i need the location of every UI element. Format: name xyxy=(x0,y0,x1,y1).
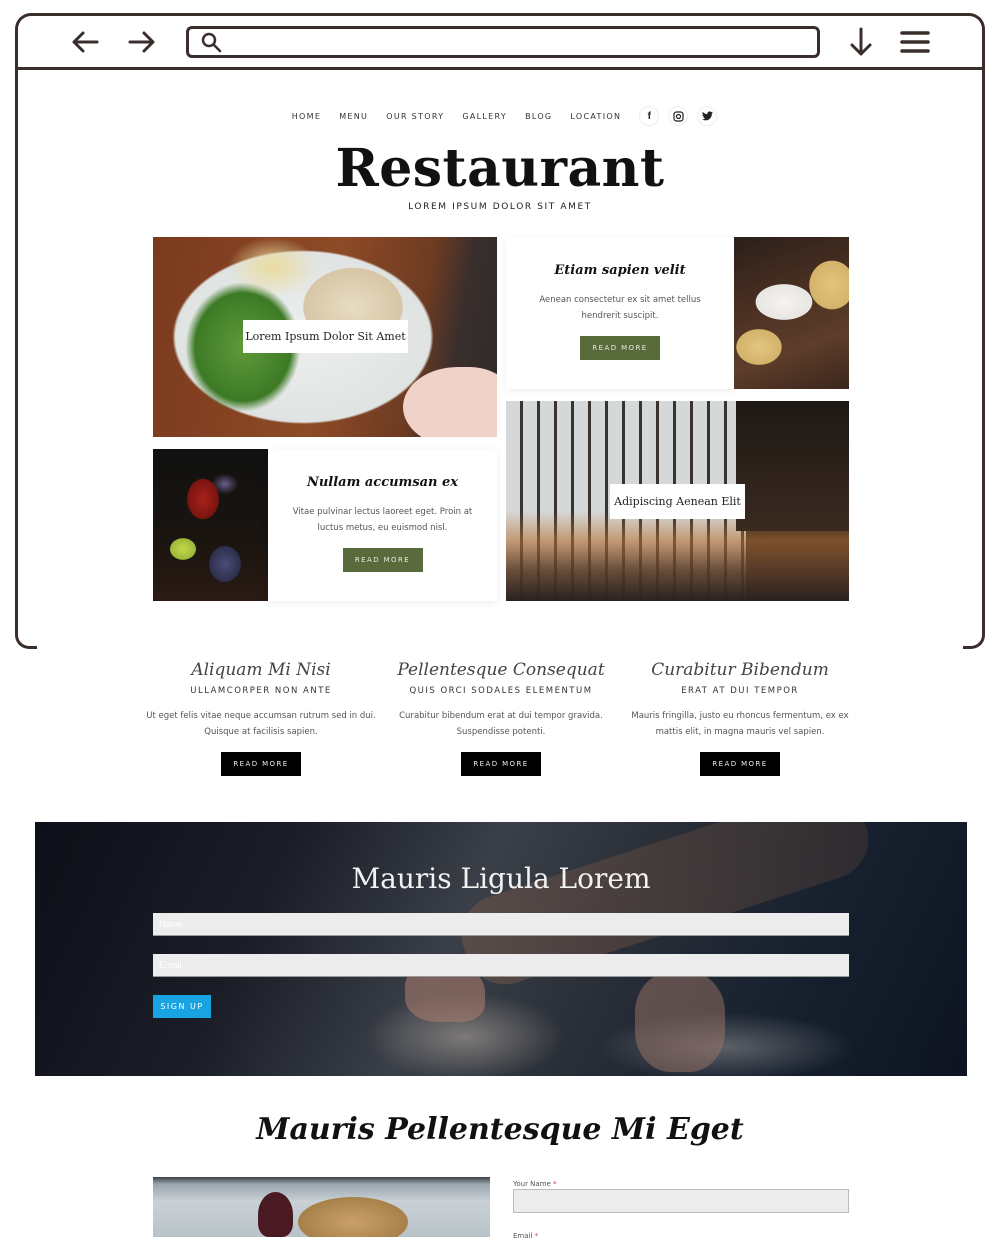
read-more-button[interactable]: READ MORE xyxy=(221,752,301,776)
required-mark: * xyxy=(553,1180,557,1188)
download-arrow-icon xyxy=(850,27,872,56)
read-more-button[interactable]: READ MORE xyxy=(461,752,541,776)
feature-subtitle: ULLAMCORPER NON ANTE xyxy=(190,686,332,696)
signup-email-input[interactable] xyxy=(153,954,849,977)
card-text: Aenean consectetur ex sit amet tellus he… xyxy=(539,295,701,321)
browser-frame-corner-left xyxy=(15,600,37,649)
browser-frame-corner-right xyxy=(963,600,985,649)
feature-subtitle: ERAT AT DUI TEMPOR xyxy=(681,686,799,696)
card-title: Nullam accumsan ex xyxy=(306,475,459,490)
wine-photo xyxy=(153,449,268,601)
wine-image xyxy=(153,449,268,601)
signup-name-input[interactable] xyxy=(153,913,849,936)
read-more-button[interactable]: READ MORE xyxy=(342,548,423,572)
cheese-image xyxy=(734,237,849,389)
feature-text: Mauris fringilla, justo eu rhoncus ferme… xyxy=(631,711,849,737)
nav-our-story[interactable]: OUR STORY xyxy=(386,112,444,121)
nav-location[interactable]: LOCATION xyxy=(570,112,621,121)
feature-column: Curabitur Bibendum ERAT AT DUI TEMPOR Ma… xyxy=(620,660,860,776)
nav-menu[interactable]: MENU xyxy=(339,112,368,121)
signup-section: Mauris Ligula Lorem SIGN UP xyxy=(35,822,967,1076)
feature-subtitle: QUIS ORCI SODALES ELEMENTUM xyxy=(409,686,593,696)
twitter-icon[interactable] xyxy=(697,106,718,126)
cafe-ceiling xyxy=(736,401,849,531)
featured-tile-cafe[interactable]: Adipiscing Aenean Elit xyxy=(506,401,849,601)
card-text: Vitae pulvinar lectus laoreet eget. Proi… xyxy=(292,507,473,533)
arrow-right-icon xyxy=(128,31,155,53)
menu-button[interactable] xyxy=(898,26,932,58)
feature-column: Pellentesque Consequat QUIS ORCI SODALES… xyxy=(381,660,621,776)
read-more-button[interactable]: READ MORE xyxy=(700,752,780,776)
required-mark: * xyxy=(534,1232,539,1240)
download-button[interactable] xyxy=(844,26,878,58)
contact-section-title: Mauris Pellentesque Mi Eget xyxy=(256,1112,744,1147)
chef-hand-image xyxy=(635,972,725,1072)
beet-detail xyxy=(258,1192,293,1237)
instagram-icon[interactable] xyxy=(668,106,689,126)
read-more-button[interactable]: READ MORE xyxy=(580,336,660,360)
feature-title: Aliquam Mi Nisi xyxy=(191,660,331,680)
feature-title: Pellentesque Consequat xyxy=(397,660,605,680)
email-label: Email * xyxy=(513,1232,539,1240)
nav-gallery[interactable]: GALLERY xyxy=(462,112,507,121)
search-icon xyxy=(201,32,222,53)
cheese-photo xyxy=(734,237,849,389)
nav-home[interactable]: HOME xyxy=(292,112,321,121)
url-input[interactable] xyxy=(229,31,809,53)
site-nav: HOME MENU OUR STORY GALLERY BLOG LOCATIO… xyxy=(0,106,1000,126)
arrow-left-icon xyxy=(72,31,99,53)
back-button[interactable] xyxy=(68,26,102,58)
hamburger-menu-icon xyxy=(900,31,930,53)
feature-text: Curabitur bibendum erat at dui tempor gr… xyxy=(399,711,603,737)
site-tagline: LOREM IPSUM DOLOR SIT AMET xyxy=(408,202,592,212)
feature-column: Aliquam Mi Nisi ULLAMCORPER NON ANTE Ut … xyxy=(141,660,381,776)
plate-image xyxy=(595,1012,855,1076)
your-name-label: Your Name * xyxy=(513,1180,557,1188)
dish-image xyxy=(153,1177,490,1237)
address-bar[interactable] xyxy=(186,26,820,58)
promo-card-etiam: Etiam sapien velit Aenean consectetur ex… xyxy=(506,237,734,389)
signup-title: Mauris Ligula Lorem xyxy=(351,862,651,895)
featured-tile-salad[interactable]: Lorem Ipsum Dolor Sit Amet xyxy=(153,237,497,437)
feature-text: Ut eget felis vitae neque accumsan rutru… xyxy=(146,711,376,737)
tile-label: Lorem Ipsum Dolor Sit Amet xyxy=(243,320,408,353)
grain-detail xyxy=(298,1197,408,1237)
sign-up-button[interactable]: SIGN UP xyxy=(153,995,211,1018)
frame-mask xyxy=(15,600,985,652)
facebook-icon[interactable]: f xyxy=(639,106,660,126)
nav-blog[interactable]: BLOG xyxy=(525,112,552,121)
feature-title: Curabitur Bibendum xyxy=(651,660,829,680)
card-title: Etiam sapien velit xyxy=(554,263,686,278)
your-name-input[interactable] xyxy=(513,1189,849,1213)
forward-button[interactable] xyxy=(125,26,159,58)
toolbar-divider xyxy=(15,67,985,70)
site-title: Restaurant xyxy=(335,138,665,199)
tile-label: Adipiscing Aenean Elit xyxy=(610,484,745,519)
promo-card-nullam: Nullam accumsan ex Vitae pulvinar lectus… xyxy=(268,449,497,601)
